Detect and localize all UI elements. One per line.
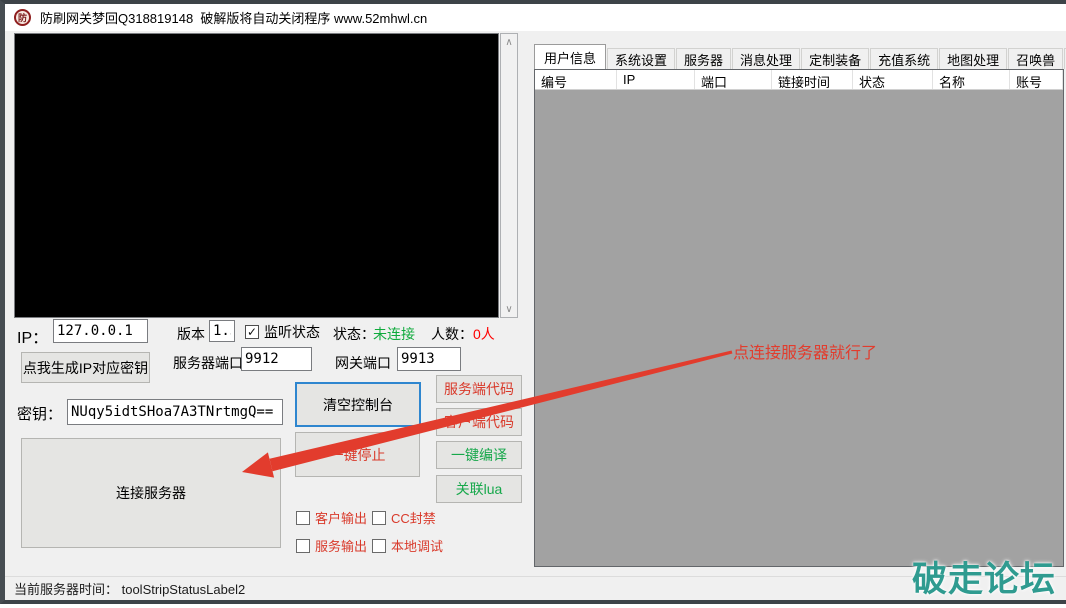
connect-server-button[interactable]: 连接服务器: [21, 438, 281, 548]
server-output-label: 服务输出: [315, 536, 367, 555]
key-input[interactable]: [67, 399, 283, 425]
cc-ban-checkbox[interactable]: CC封禁: [372, 508, 436, 527]
stop-all-button[interactable]: 一键停止: [295, 432, 420, 477]
app-window: 防 防刷网关梦回Q318819148 破解版将自动关闭程序 www.52mhwl…: [0, 0, 1066, 604]
local-debug-label: 本地调试: [391, 536, 443, 555]
link-lua-button[interactable]: 关联lua: [436, 475, 522, 503]
status-bar: 当前服务器时间： toolStripStatusLabel2: [5, 576, 1066, 600]
version-input[interactable]: [209, 320, 235, 342]
tab-message-handling[interactable]: 消息处理: [732, 48, 800, 69]
scroll-up-icon[interactable]: ∧: [501, 34, 517, 50]
key-label: 密钥：: [17, 403, 62, 424]
user-list-view[interactable]: 编号 IP 端口 链接时间 状态 名称 账号: [534, 69, 1064, 567]
listen-status-label: 监听状态: [264, 322, 320, 342]
column-header-ip[interactable]: IP: [617, 70, 695, 89]
player-count-value: 0人: [473, 324, 495, 344]
gateway-port-label: 网关端口: [335, 353, 391, 373]
compile-button[interactable]: 一键编译: [436, 441, 522, 469]
server-port-input[interactable]: [241, 347, 312, 371]
gateway-port-input[interactable]: [397, 347, 461, 371]
ip-label: IP：: [17, 324, 48, 348]
status-value: 未连接: [373, 324, 415, 344]
server-code-button[interactable]: 服务端代码: [436, 375, 522, 403]
app-seal-icon: 防: [14, 9, 31, 26]
title-bar: 防 防刷网关梦回Q318819148 破解版将自动关闭程序 www.52mhwl…: [5, 4, 1066, 31]
status-label: 状态：: [333, 324, 375, 344]
list-header-row: 编号 IP 端口 链接时间 状态 名称 账号: [535, 70, 1063, 90]
tab-server[interactable]: 服务器: [676, 48, 731, 69]
tab-map-handling[interactable]: 地图处理: [939, 48, 1007, 69]
tab-user-info[interactable]: 用户信息: [534, 44, 606, 69]
listen-status-checkbox[interactable]: ✓ 监听状态: [245, 322, 320, 342]
server-time-status-text: 当前服务器时间： toolStripStatusLabel2: [14, 579, 245, 598]
column-header-link-time[interactable]: 链接时间: [772, 70, 853, 89]
ip-input[interactable]: [53, 319, 148, 343]
server-output-checkbox[interactable]: 服务输出: [296, 536, 367, 555]
checkbox-empty-icon: [296, 511, 310, 525]
generate-key-button[interactable]: 点我生成IP对应密钥: [21, 352, 150, 383]
client-output-label: 客户输出: [315, 508, 367, 527]
server-port-label: 服务器端口: [173, 353, 243, 373]
tab-custom-equipment[interactable]: 定制装备: [801, 48, 869, 69]
window-title: 防刷网关梦回Q318819148 破解版将自动关闭程序 www.52mhwl.c…: [40, 8, 427, 27]
tab-system-settings[interactable]: 系统设置: [607, 48, 675, 69]
column-header-name[interactable]: 名称: [933, 70, 1010, 89]
annotation-text: 点连接服务器就行了: [733, 339, 877, 363]
client-code-button[interactable]: 客户端代码: [436, 408, 522, 436]
console-log-area[interactable]: [14, 33, 499, 318]
tab-summon-beast[interactable]: 召唤兽: [1008, 48, 1063, 69]
forum-watermark: 破走论坛: [912, 551, 1056, 602]
column-header-status[interactable]: 状态: [853, 70, 933, 89]
column-header-port[interactable]: 端口: [695, 70, 772, 89]
player-count-label: 人数：: [431, 324, 473, 344]
right-tab-panel: 用户信息 系统设置 服务器 消息处理 定制装备 充值系统 地图处理 召唤兽 封禁…: [530, 40, 1066, 571]
cc-ban-label: CC封禁: [391, 508, 436, 527]
tab-strip: 用户信息 系统设置 服务器 消息处理 定制装备 充值系统 地图处理 召唤兽 封禁…: [534, 44, 1066, 69]
tab-recharge-system[interactable]: 充值系统: [870, 48, 938, 69]
checkbox-checked-icon: ✓: [245, 325, 259, 339]
local-debug-checkbox[interactable]: 本地调试: [372, 536, 443, 555]
column-header-account[interactable]: 账号: [1010, 70, 1063, 89]
column-header-id[interactable]: 编号: [535, 70, 617, 89]
checkbox-empty-icon: [296, 539, 310, 553]
checkbox-empty-icon: [372, 539, 386, 553]
client-output-checkbox[interactable]: 客户输出: [296, 508, 367, 527]
version-label: 版本: [177, 324, 205, 344]
console-scrollbar[interactable]: ∧ ∨: [500, 33, 518, 318]
list-body-empty[interactable]: [535, 90, 1063, 566]
scroll-down-icon[interactable]: ∨: [501, 301, 517, 317]
clear-console-button[interactable]: 清空控制台: [295, 382, 421, 427]
checkbox-empty-icon: [372, 511, 386, 525]
